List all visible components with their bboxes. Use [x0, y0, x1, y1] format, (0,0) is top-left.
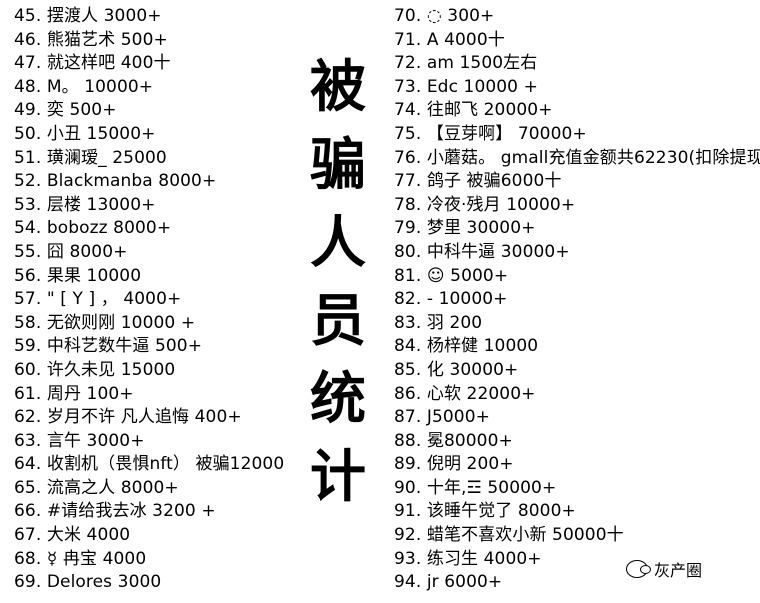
list-item: 69. Delores 3000 — [14, 572, 162, 593]
title-char: 被 — [310, 54, 366, 120]
list-item: 90. 十年,☲ 50000+ — [394, 477, 557, 498]
list-item: 68. ☿ 冉宝 4000 — [14, 548, 147, 569]
victims-list-right: 70. ◌ 300+ 71. A 4000十 72. am 1500左右 73. Ed… — [394, 0, 760, 595]
title-char: 统 — [310, 366, 366, 432]
list-item: 73. Edc 10000 + — [394, 76, 538, 97]
list-item: 83. 羽 200 — [394, 312, 483, 333]
title-char: 计 — [310, 444, 366, 510]
list-item: 79. 梦里 30000+ — [394, 218, 536, 239]
list-item: 63. 言午 3000+ — [14, 430, 145, 451]
list-item: 50. 小丑 15000+ — [14, 123, 156, 144]
list-item: 92. 蜡笔不喜欢小新 50000十 — [394, 525, 624, 546]
list-item: 91. 该睡午觉了 8000+ — [394, 501, 576, 522]
list-item: 86. 心软 22000+ — [394, 383, 536, 404]
list-item: 56. 果果 10000 — [14, 265, 142, 286]
list-item: 53. 层楼 13000+ — [14, 194, 156, 215]
list-item: 72. am 1500左右 — [394, 53, 538, 74]
watermark-badge: 灰产圈 — [626, 557, 702, 581]
list-item: 48. M。 10000+ — [14, 76, 154, 97]
list-item: 47. 就这样吧 400十 — [14, 53, 171, 74]
title-char: 员 — [310, 288, 366, 354]
list-item: 70. ◌ 300+ — [394, 6, 495, 26]
list-item: 84. 杨梓健 10000 — [394, 336, 539, 357]
victims-list-left: 45. 摆渡人 3000+ 46. 熊猫艺术 500+ 47. 就这样吧 400十 4… — [14, 0, 314, 595]
list-item: 52. Blackmanba 8000+ — [14, 171, 217, 192]
list-item: 93. 练习生 4000+ — [394, 548, 542, 569]
list-item: 94. jr 6000+ — [394, 572, 503, 593]
list-item: 51. 璜澜瑷_ 25000 — [14, 147, 167, 168]
list-item: 77. 鸽子 被骗6000十 — [394, 171, 562, 192]
title-char: 人 — [310, 210, 366, 276]
list-item: 64. 收割机（畏惧nft） 被骗12000 — [14, 454, 285, 475]
list-item: 87. J5000+ — [394, 407, 490, 428]
wechat-icon — [626, 560, 651, 578]
list-item: 54. bobozz 8000+ — [14, 218, 172, 239]
list-item: 71. A 4000十 — [394, 29, 505, 50]
list-item: 60. 许久未见 15000 — [14, 359, 176, 380]
title-char: 骗 — [310, 132, 366, 198]
list-item: 78. 冷夜·残月 10000+ — [394, 194, 576, 215]
list-item: 49. 奕 500+ — [14, 100, 117, 121]
list-item: 75. 【豆芽啊】 70000+ — [394, 123, 587, 144]
list-item: 57. " [ Y ] ， 4000+ — [14, 289, 182, 310]
list-item: 89. 倪明 200+ — [394, 454, 514, 475]
list-item: 85. 化 30000+ — [394, 359, 519, 380]
list-item: 62. 岁月不许 凡人追悔 400+ — [14, 407, 242, 428]
list-item: 66. #请给我去冰 3200 + — [14, 501, 216, 522]
watermark-text: 灰产圈 — [654, 561, 703, 580]
list-item: 59. 中科艺数牛逼 500+ — [14, 336, 203, 357]
list-item: 67. 大米 4000 — [14, 525, 131, 546]
list-item: 80. 中科牛逼 30000+ — [394, 241, 570, 262]
list-item: 88. 冕80000+ — [394, 430, 513, 451]
list-item: 65. 流高之人 8000+ — [14, 477, 179, 498]
list-item: 82. - 10000+ — [394, 289, 508, 310]
list-item: 45. 摆渡人 3000+ — [14, 6, 162, 26]
list-item: 74. 往邮飞 20000+ — [394, 100, 553, 121]
list-item: 55. 囧 8000+ — [14, 241, 128, 262]
list-item: 81. ☺ 5000+ — [394, 265, 509, 286]
page-title: 被骗人员统计 — [302, 48, 374, 516]
list-item: 76. 小蘑菇。 gmall充值金额共62230(扣除提现) — [394, 147, 760, 168]
list-item: 46. 熊猫艺术 500+ — [14, 29, 168, 50]
list-item: 61. 周丹 100+ — [14, 383, 134, 404]
list-item: 58. 无欲则刚 10000 + — [14, 312, 196, 333]
